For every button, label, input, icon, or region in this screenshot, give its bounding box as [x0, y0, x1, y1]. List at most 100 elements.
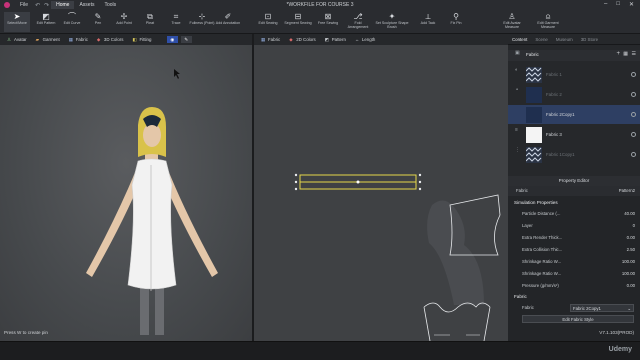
tack-icon: ⟂	[425, 12, 431, 21]
list-item-selected[interactable]: Fabric 2Copy1	[508, 105, 640, 124]
list-item[interactable]: Fabric 1Copy1	[508, 145, 640, 164]
edit-fabric-style-button[interactable]: Edit Fabric Style	[522, 315, 634, 323]
menu-file[interactable]: File	[15, 1, 33, 9]
property-row[interactable]: Shrinkage Ratio W... 100.00	[508, 269, 640, 279]
fold-icon: ⎇	[353, 12, 363, 21]
property-value[interactable]: 0.00	[627, 233, 635, 243]
property-row[interactable]: Layer 0	[508, 221, 640, 231]
tool-sculpture-brush[interactable]: ✦ Set Sculpture Shape Brush	[374, 12, 410, 29]
viewport-3d[interactable]	[0, 45, 252, 341]
tool-fold-arrangement[interactable]: ⎇ Fold Arrangement	[344, 12, 372, 29]
fabric-category-icon[interactable]: ▣	[515, 50, 520, 56]
tool-segment-sewing[interactable]: ⊟ Segment Sewing	[284, 12, 312, 25]
tool-select-3d[interactable]: ✎	[181, 36, 193, 43]
property-value[interactable]: 100.00	[622, 257, 635, 267]
tool-garment-measure[interactable]: ⍝ Edit Garment Measure	[532, 12, 564, 29]
pattern-piece-front[interactable]	[423, 302, 491, 341]
tool-add-annotation[interactable]: ✐ Add Annotation	[214, 12, 242, 25]
property-value[interactable]: 0	[633, 221, 635, 231]
garment-measure-icon: ⍝	[545, 12, 551, 21]
2d-colors-toggle[interactable]: ◆ 2D Colors	[286, 36, 319, 43]
tool-label: Pleat	[145, 21, 155, 25]
fabric-thumbnail	[526, 86, 542, 103]
3d-colors-toggle[interactable]: ◆ 3D Colors	[94, 36, 127, 43]
tool-label: Edit Sewing	[258, 21, 278, 25]
list-item[interactable]: Fabric 2	[508, 85, 640, 104]
minimize-icon[interactable]: –	[604, 1, 607, 8]
brush-icon: ✦	[388, 12, 396, 21]
app-logo-icon	[4, 2, 10, 8]
property-key: Shrinkage Ratio W...	[522, 259, 562, 264]
pattern-center-handle[interactable]	[356, 180, 360, 184]
add-icon[interactable]: +	[616, 51, 620, 57]
avatar-toggle[interactable]: ♙ Avatar	[4, 36, 30, 43]
fitting-toggle[interactable]: ◧ Fitting	[129, 36, 154, 43]
section-simulation-properties[interactable]: Simulation Properties	[514, 200, 558, 205]
trace-icon: ⌗	[173, 12, 179, 21]
tool-trace[interactable]: ⌗ Trace	[162, 12, 190, 25]
tool-pleat[interactable]: ⧉ Pleat	[136, 12, 164, 25]
property-value[interactable]: 2.50	[627, 245, 635, 255]
tab-3d-store[interactable]: 3D Store	[577, 37, 602, 42]
property-row[interactable]: Extra Collision Thic... 2.50	[508, 245, 640, 255]
maximize-icon[interactable]: □	[616, 1, 620, 8]
grid-view-icon[interactable]: ▦	[623, 51, 628, 57]
viewport-2d[interactable]	[254, 45, 508, 341]
close-icon[interactable]: ✕	[629, 1, 634, 8]
tool-pen[interactable]: ✎ Pen	[84, 12, 112, 25]
menu-home[interactable]: Home	[51, 1, 75, 9]
simulation-toggle[interactable]: ◉	[167, 36, 179, 43]
property-row[interactable]: Extra Render Thick... 0.00	[508, 233, 640, 243]
pattern-toggle[interactable]: ◩ Pattern	[322, 36, 349, 43]
tool-fix-pin[interactable]: ⚲ Fix Pin	[442, 12, 470, 25]
length-toggle[interactable]: ↔ Length	[352, 36, 378, 43]
property-value[interactable]: 100.00	[622, 269, 635, 279]
tab-scene[interactable]: Scene	[531, 37, 551, 42]
tool-edit-pattern[interactable]: ◩ Edit Pattern	[32, 12, 60, 25]
list-item[interactable]: Fabric 1	[508, 65, 640, 84]
property-value[interactable]: 40.00	[624, 209, 635, 219]
menu-assets[interactable]: Assets	[74, 1, 99, 9]
property-row[interactable]: Pressure (g/mm/s²) 0.00	[508, 281, 640, 291]
menu-tools[interactable]: Tools	[99, 1, 121, 9]
property-row[interactable]: Shrinkage Ratio W... 100.00	[508, 257, 640, 267]
fabric-select-dropdown[interactable]: Fabric 2Copy1 ⌄	[570, 304, 634, 312]
redo-icon[interactable]: ↷	[44, 2, 49, 9]
section-fabric[interactable]: Fabric	[514, 294, 527, 299]
visibility-icon[interactable]	[631, 112, 636, 117]
visibility-icon[interactable]	[631, 152, 636, 157]
fabric-toggle-2d-label: Fabric	[268, 37, 281, 42]
undo-icon[interactable]: ↶	[35, 2, 40, 9]
garment-icon: ▰	[35, 37, 40, 42]
tool-label: Free Sewing	[317, 21, 339, 25]
tool-select-move[interactable]: ➤ Select/Move	[4, 12, 30, 32]
toolbar: ➤ Select/Move ◩ Edit Pattern ⌒ Edit Curve ✎…	[0, 10, 640, 34]
list-item[interactable]: Fabric 3	[508, 125, 640, 144]
visibility-icon[interactable]	[631, 132, 636, 137]
pattern-canvas	[294, 173, 501, 341]
visibility-icon[interactable]	[631, 72, 636, 77]
tool-avatar-measure[interactable]: ♙ Edit Avatar Measure	[496, 12, 528, 29]
property-row[interactable]: Particle Distance (... 40.00	[508, 209, 640, 219]
tool-add-point[interactable]: ✢ Add Point	[110, 12, 138, 25]
property-key: Shrinkage Ratio W...	[522, 271, 562, 276]
garment-toggle[interactable]: ▰ Garment	[33, 36, 63, 43]
fabric-select-label: Fabric	[522, 305, 534, 310]
list-view-icon[interactable]: ☰	[632, 51, 636, 57]
tab-museum[interactable]: Museum	[552, 37, 577, 42]
tool-label: Add Tack	[420, 21, 436, 25]
tool-add-tack[interactable]: ⟂ Add Tack	[414, 12, 442, 25]
tool-fullness[interactable]: ⊹ Fullness (Point)	[188, 12, 216, 25]
tool-edit-curve[interactable]: ⌒ Edit Curve	[58, 12, 86, 25]
colors-icon: ◆	[289, 37, 293, 42]
fabric-toggle-3d[interactable]: ▦ Fabric	[66, 36, 91, 43]
tool-edit-sewing[interactable]: ⊡ Edit Sewing	[254, 12, 282, 25]
visibility-icon[interactable]	[631, 92, 636, 97]
dress-garment[interactable]	[127, 158, 177, 290]
fabric-thumbnail	[526, 146, 542, 163]
free-sewing-icon: ⊠	[324, 12, 332, 21]
tool-free-sewing[interactable]: ⊠ Free Sewing	[314, 12, 342, 25]
property-value[interactable]: 0.00	[627, 281, 635, 291]
tab-content[interactable]: Content	[508, 37, 531, 42]
fabric-toggle-2d[interactable]: ▦ Fabric	[258, 36, 283, 43]
